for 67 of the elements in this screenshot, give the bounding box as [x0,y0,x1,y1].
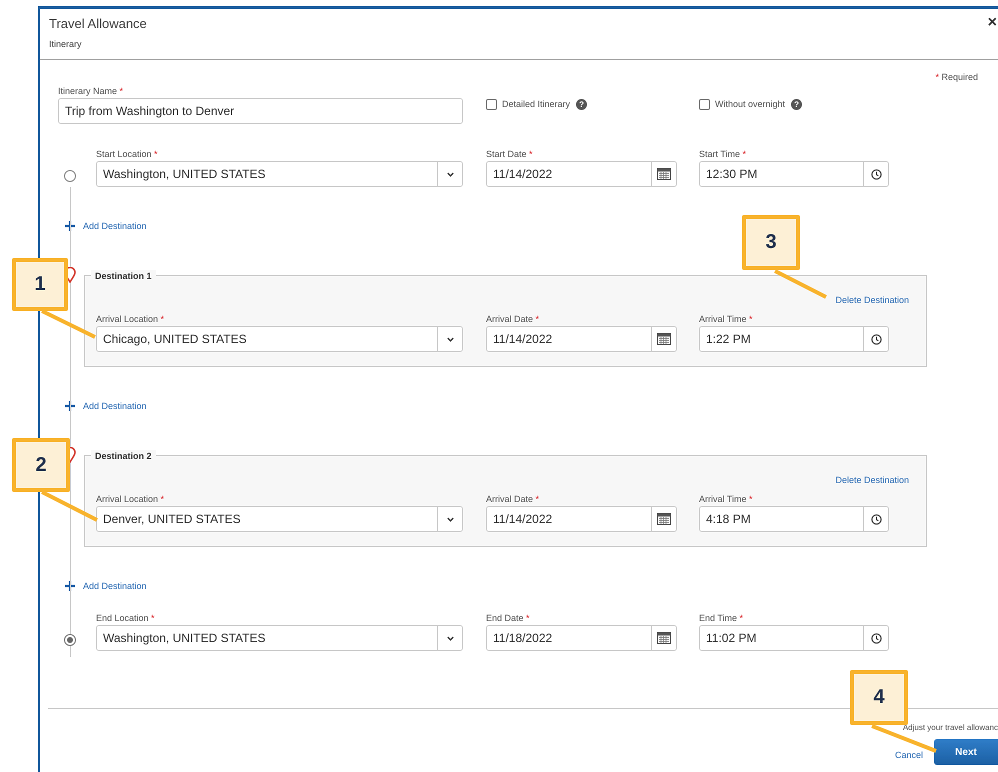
select-field[interactable]: Washington, UNITED STATES [96,625,463,651]
field-label: Start Location * [96,148,158,160]
field-label: Arrival Date * [486,313,540,325]
clock-icon [870,514,882,524]
select-field[interactable]: Denver, UNITED STATES [96,506,463,532]
date-field[interactable]: 11/14/2022 [486,161,677,187]
calendar-icon [657,168,671,180]
callout-badge: 1 [12,258,68,311]
field-label: Arrival Time * [699,493,753,505]
chevron-down-icon [446,514,454,524]
checkbox-label: Without overnight [715,99,786,109]
field-label: Arrival Time * [699,313,753,325]
checkbox-label: Detailed Itinerary [502,99,570,109]
required-note: * Required [935,72,978,83]
itinerary-name-field[interactable]: Trip from Washington to Denver [58,98,463,124]
callout-badge: 2 [12,438,70,492]
time-field[interactable]: 11:02 PM [699,625,889,651]
radio-button[interactable] [64,634,76,646]
select-field[interactable]: Chicago, UNITED STATES [96,326,463,352]
field-label: End Time * [699,612,744,624]
time-field[interactable]: 1:22 PM [699,326,889,352]
calendar-icon [657,513,671,525]
leader-line [41,490,98,522]
chevron-down-icon [446,170,454,178]
help-icon[interactable]: ? [576,98,588,110]
clock-icon [870,632,882,644]
add-destination-link[interactable]: Add Destination [65,218,147,234]
leader-line [774,269,827,299]
help-icon[interactable]: ? [791,98,802,110]
field-label: Start Date * [486,148,533,160]
callout-badge: 4 [850,670,908,725]
delete-destination-link[interactable]: Delete Destination [835,474,909,486]
field-label: End Date * [486,612,530,624]
close-button[interactable]: × [986,15,998,31]
chevron-down-icon [446,634,454,642]
clock-icon [870,168,882,180]
field-label: Arrival Date * [486,493,540,505]
calendar-icon [657,632,671,644]
destination-title: Destination 1 [91,270,156,282]
date-field[interactable]: 11/14/2022 [486,326,677,352]
add-destination-link[interactable]: Add Destination [65,578,147,594]
callout-badge: 3 [742,215,800,270]
date-field[interactable]: 11/14/2022 [486,506,677,532]
checkbox[interactable] [699,98,710,110]
field-label: Arrival Location * [96,313,164,325]
dialog-title: Travel Allowance [49,16,147,32]
cancel-link[interactable]: Cancel [894,748,923,762]
radio-button[interactable] [64,170,76,182]
field-label: End Location * [96,612,155,624]
next-button[interactable]: Next [934,739,998,765]
dialog-subtitle: Itinerary [49,38,82,50]
calendar-icon [657,333,671,345]
footer-hint: Adjust your travel allowanc [902,722,998,733]
leader-line [41,309,96,339]
checkbox[interactable] [486,98,497,110]
select-field[interactable]: Washington, UNITED STATES [96,161,463,187]
delete-destination-link[interactable]: Delete Destination [835,294,909,306]
chevron-down-icon [446,334,454,344]
time-field[interactable]: 4:18 PM [699,506,889,532]
add-destination-link[interactable]: Add Destination [65,398,147,414]
time-field[interactable]: 12:30 PM [699,161,889,187]
field-label: Itinerary Name * [58,85,124,97]
destination-title: Destination 2 [91,450,156,462]
field-label: Start Time * [699,148,746,160]
field-label: Arrival Location * [96,493,164,505]
date-field[interactable]: 11/18/2022 [486,625,677,651]
clock-icon [870,334,882,344]
